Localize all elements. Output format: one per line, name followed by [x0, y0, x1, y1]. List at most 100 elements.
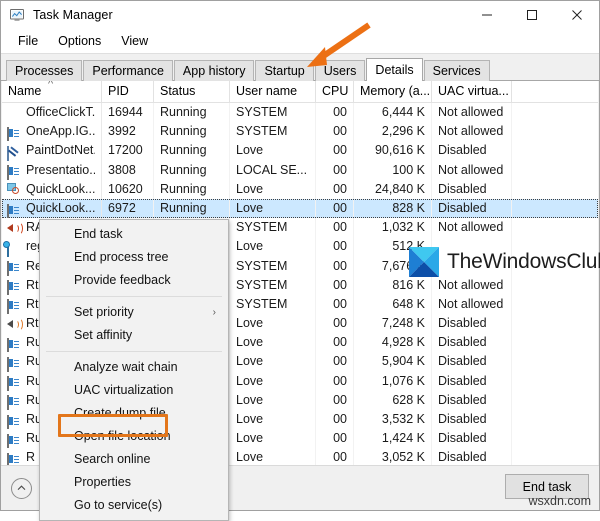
- tab-performance[interactable]: Performance: [83, 60, 173, 81]
- cell-uac: Not allowed: [432, 275, 512, 295]
- tab-details[interactable]: Details: [366, 58, 423, 81]
- cell-cpu: 00: [316, 275, 354, 295]
- cell-uac: Disabled: [432, 371, 512, 391]
- tab-app-history[interactable]: App history: [173, 60, 255, 81]
- table-row[interactable]: Presentatio... 3808 Running LOCAL SE... 00 10…: [2, 160, 598, 180]
- cell-user: Love: [230, 141, 316, 161]
- context-menu-item-label: Set priority: [74, 305, 134, 319]
- app-window-icon: [7, 374, 21, 391]
- context-menu-item-label: Go to service(s): [74, 498, 163, 512]
- menu-view[interactable]: View: [112, 32, 157, 51]
- column-header-name[interactable]: Name ^: [2, 81, 102, 102]
- cell-status: Running: [154, 179, 230, 199]
- cell-uac: Not allowed: [432, 160, 512, 180]
- cell-memory: 3,532 K: [354, 410, 432, 430]
- cell-cpu: 00: [316, 371, 354, 391]
- cell-pid: 3808: [102, 160, 154, 180]
- context-menu-item-properties[interactable]: Properties: [40, 471, 228, 494]
- app-window-icon: [7, 163, 21, 180]
- table-row[interactable]: OneApp.IG... 3992 Running SYSTEM 00 2,296 K No…: [2, 122, 598, 142]
- table-header-row: Name ^ PID Status User name CPU Memory (…: [2, 81, 598, 103]
- column-header-cpu[interactable]: CPU: [316, 81, 354, 102]
- column-header-uac[interactable]: UAC virtua...: [432, 81, 512, 102]
- cell-name: QuickLook....: [2, 179, 102, 199]
- orange-highlight-box: [58, 414, 168, 437]
- tab-label: App history: [182, 64, 246, 78]
- close-button[interactable]: [554, 1, 599, 29]
- app-window-icon: [7, 125, 21, 142]
- cell-name: OfficeClickT...: [2, 103, 102, 123]
- context-menu-item-set-priority[interactable]: Set priority ›: [40, 301, 228, 324]
- cell-user: Love: [230, 333, 316, 353]
- table-row[interactable]: PaintDotNet... 17200RunningLove0090,616 K…: [2, 141, 598, 161]
- cell-status: Running: [154, 103, 230, 123]
- context-menu-item-provide-feedback[interactable]: Provide feedback: [40, 269, 228, 292]
- table-row[interactable]: QuickLook... 6972 Running Love 00 828 K Disabl…: [2, 198, 598, 219]
- tab-users[interactable]: Users: [314, 60, 366, 81]
- app-window-icon: [7, 432, 21, 449]
- cell-user: Love: [230, 314, 316, 334]
- tab-startup[interactable]: Startup: [255, 60, 314, 81]
- sort-ascending-icon: ^: [48, 81, 54, 90]
- cell-user: Love: [230, 179, 316, 199]
- context-menu-item-end-process-tree[interactable]: End process tree: [40, 246, 228, 269]
- tab-services[interactable]: Services: [423, 60, 490, 81]
- context-menu-item-uac-virtualization[interactable]: UAC virtualization: [40, 379, 228, 402]
- cell-user: Love: [230, 371, 316, 391]
- cell-user: Love: [230, 198, 316, 219]
- cell-user: Love: [230, 237, 316, 257]
- minimize-button[interactable]: [464, 1, 509, 29]
- context-menu-item-label: Analyze wait chain: [74, 360, 178, 374]
- column-header-status[interactable]: Status: [154, 81, 230, 102]
- cell-user: SYSTEM: [230, 103, 316, 123]
- cell-memory: 6,444 K: [354, 103, 432, 123]
- maximize-button[interactable]: [509, 1, 554, 29]
- context-menu-item-search-online[interactable]: Search online: [40, 448, 228, 471]
- tab-label: Details: [375, 63, 414, 77]
- cell-name: PaintDotNet...: [2, 141, 102, 161]
- cell-uac: Disabled: [432, 141, 512, 161]
- menu-file[interactable]: File: [9, 32, 47, 51]
- footer-watermark: wsxdn.com: [528, 494, 591, 508]
- cell-cpu: 00: [316, 352, 354, 372]
- app-window-icon: [7, 393, 21, 410]
- tab-strip: Processes Performance App history Startup Us…: [1, 54, 599, 81]
- cell-pid: 10620: [102, 179, 154, 199]
- table-row[interactable]: QuickLook.... 10620 Running Love 00 24,840 KD…: [2, 179, 598, 199]
- column-header-pid[interactable]: PID: [102, 81, 154, 102]
- cell-cpu: 00: [316, 160, 354, 180]
- cell-uac: Disabled: [432, 198, 512, 219]
- context-menu-item-go-to-service-s-[interactable]: Go to service(s): [40, 494, 228, 517]
- window-controls: [464, 1, 599, 29]
- context-menu-item-end-task[interactable]: End task: [40, 223, 228, 246]
- process-name: Rt: [26, 277, 39, 292]
- cell-cpu: 00: [316, 141, 354, 161]
- cell-user: SYSTEM: [230, 218, 316, 238]
- cell-cpu: 00: [316, 237, 354, 257]
- cell-uac: Disabled: [432, 390, 512, 410]
- context-menu-item-analyze-wait-chain[interactable]: Analyze wait chain: [40, 356, 228, 379]
- context-menu-separator: [46, 351, 222, 352]
- cell-uac: Disabled: [432, 429, 512, 449]
- context-menu-item-set-affinity[interactable]: Set affinity: [40, 324, 228, 347]
- cell-status: Running: [154, 198, 230, 219]
- cell-uac: Disabled: [432, 333, 512, 353]
- cell-cpu: 00: [316, 429, 354, 449]
- process-name: QuickLook...: [26, 200, 95, 215]
- office-icon: [7, 106, 21, 120]
- column-header-memory[interactable]: Memory (a...: [354, 81, 432, 102]
- context-menu-item-label: End process tree: [74, 250, 169, 264]
- column-header-name-label: Name: [8, 84, 42, 98]
- tab-processes[interactable]: Processes: [6, 60, 83, 81]
- cell-user: SYSTEM: [230, 256, 316, 276]
- menu-options[interactable]: Options: [49, 32, 110, 51]
- cell-memory: 2,296 K: [354, 122, 432, 142]
- cell-cpu: 00: [316, 333, 354, 353]
- process-name: PaintDotNet...: [26, 143, 95, 158]
- thewindowsclub-watermark: TheWindowsClub: [409, 247, 600, 277]
- column-header-username[interactable]: User name: [230, 81, 316, 102]
- cell-cpu: 00: [316, 179, 354, 199]
- table-row[interactable]: OfficeClickT... 16944 Running SYSTEM 00 6,444…: [2, 103, 598, 123]
- fewer-details-button[interactable]: [11, 477, 32, 499]
- cell-cpu: 00: [316, 390, 354, 410]
